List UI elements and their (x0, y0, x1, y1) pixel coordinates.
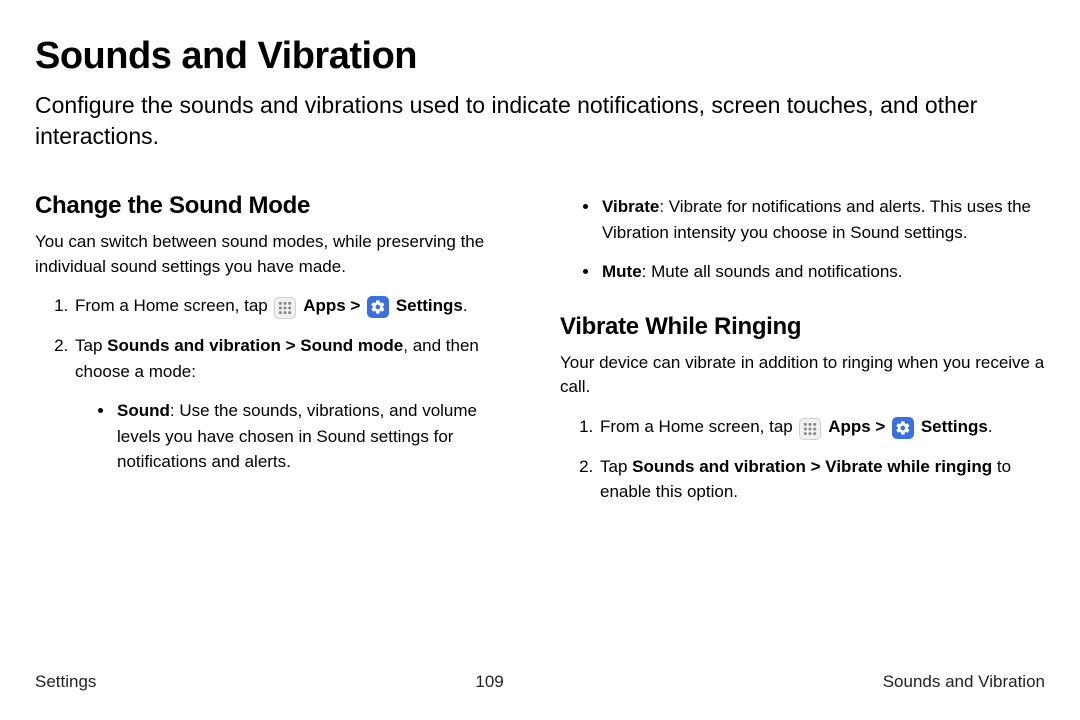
section-change-sound-mode-heading: Change the Sound Mode (35, 192, 520, 220)
page-intro: Configure the sounds and vibrations used… (35, 90, 1045, 152)
mode-sound-text: : Use the sounds, vibrations, and volume… (117, 401, 477, 471)
page-title: Sounds and Vibration (35, 35, 1045, 78)
mode-vibrate-label: Vibrate (602, 197, 659, 216)
mode-sound: Sound: Use the sounds, vibrations, and v… (115, 398, 520, 475)
mode-mute-label: Mute (602, 262, 642, 281)
separator: > (346, 296, 365, 315)
section1-modes-list-cont: Vibrate: Vibrate for notifications and a… (560, 194, 1045, 285)
page-footer: Settings 109 Sounds and Vibration (35, 672, 1045, 692)
footer-right: Sounds and Vibration (883, 672, 1045, 692)
step1-pre: From a Home screen, tap (75, 296, 272, 315)
section-vibrate-while-ringing: Vibrate While Ringing Your device can vi… (560, 313, 1045, 505)
right-column: Vibrate: Vibrate for notifications and a… (560, 194, 1045, 519)
step2-bold: Sounds and vibration > Sound mode (107, 336, 403, 355)
section1-modes-list: Sound: Use the sounds, vibrations, and v… (75, 398, 520, 475)
s2-apps-label: Apps (828, 417, 871, 436)
mode-mute: Mute: Mute all sounds and notifications. (600, 259, 1045, 285)
apps-icon (799, 418, 821, 440)
settings-icon (367, 296, 389, 318)
section2-step-1: From a Home screen, tap Apps > Settings. (598, 414, 1045, 440)
section2-step-2: Tap Sounds and vibration > Vibrate while… (598, 454, 1045, 505)
apps-icon (274, 297, 296, 319)
settings-icon (892, 417, 914, 439)
section-change-sound-mode-intro: You can switch between sound modes, whil… (35, 230, 520, 279)
s2-separator: > (871, 417, 890, 436)
section-vibrate-heading: Vibrate While Ringing (560, 313, 1045, 341)
mode-vibrate: Vibrate: Vibrate for notifications and a… (600, 194, 1045, 245)
footer-left: Settings (35, 672, 96, 692)
footer-page-number: 109 (475, 672, 503, 692)
mode-vibrate-text: : Vibrate for notifications and alerts. … (602, 197, 1031, 242)
settings-label: Settings (396, 296, 463, 315)
section1-steps: From a Home screen, tap Apps > Settings.… (35, 293, 520, 475)
step2-pre: Tap (75, 336, 107, 355)
s2-step1-pre: From a Home screen, tap (600, 417, 797, 436)
section1-step-1: From a Home screen, tap Apps > Settings. (73, 293, 520, 319)
s2-step1-post: . (988, 417, 993, 436)
apps-label: Apps (303, 296, 346, 315)
s2-settings-label: Settings (921, 417, 988, 436)
section-vibrate-intro: Your device can vibrate in addition to r… (560, 351, 1045, 400)
s2-step2-bold: Sounds and vibration > Vibrate while rin… (632, 457, 992, 476)
left-column: Change the Sound Mode You can switch bet… (35, 192, 520, 519)
s2-step2-pre: Tap (600, 457, 632, 476)
section2-steps: From a Home screen, tap Apps > Settings.… (560, 414, 1045, 505)
content-columns: Change the Sound Mode You can switch bet… (35, 192, 1045, 519)
mode-sound-label: Sound (117, 401, 170, 420)
mode-mute-text: : Mute all sounds and notifications. (642, 262, 903, 281)
section1-step-2: Tap Sounds and vibration > Sound mode, a… (73, 333, 520, 475)
step1-post: . (463, 296, 468, 315)
